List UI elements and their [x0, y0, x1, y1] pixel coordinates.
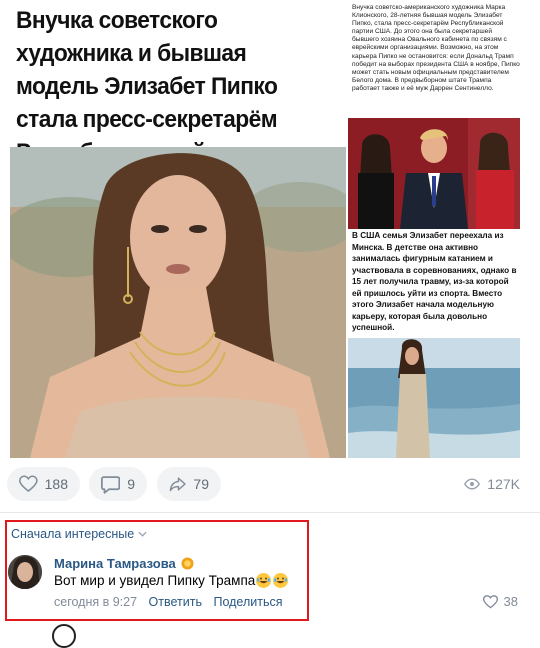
views-counter: 127K: [464, 476, 520, 492]
comment-text: Вот мир и увидел Пипку Трампа: [54, 573, 289, 588]
comment-timestamp[interactable]: сегодня в 9:27: [54, 595, 137, 609]
like-button[interactable]: 188: [7, 467, 80, 501]
trump-family-photo: [348, 118, 520, 229]
avatar[interactable]: [8, 555, 42, 589]
eye-icon: [464, 478, 481, 490]
comment-icon: [101, 475, 121, 494]
post-image[interactable]: Внучка советского художника и бывшая мод…: [10, 0, 520, 458]
section-divider: [0, 512, 540, 513]
view-count: 127K: [487, 476, 520, 492]
comment-author[interactable]: Марина Тамразова: [54, 556, 194, 571]
share-count: 79: [193, 476, 209, 492]
reply-link[interactable]: Ответить: [149, 595, 202, 609]
share-arrow-icon: [169, 477, 186, 492]
comment-count: 9: [127, 476, 135, 492]
rofl-emoji-icon: [256, 573, 272, 588]
comment-body: Вот мир и увидел Пипку Трампа: [54, 573, 256, 588]
heart-icon: [19, 475, 38, 492]
post-actions-bar: 188 9 79 127K: [0, 467, 540, 505]
share-button[interactable]: 79: [157, 467, 221, 501]
share-comment-link[interactable]: Поделиться: [213, 595, 282, 609]
comment-button[interactable]: 9: [89, 467, 147, 501]
rofl-emoji-icon: [273, 573, 289, 588]
comment-sort-dropdown[interactable]: Сначала интересные: [11, 527, 147, 541]
like-count: 188: [44, 476, 68, 492]
comment-like-button[interactable]: 38: [482, 594, 518, 609]
post-side-text-top: Внучка советско-американского художника …: [352, 4, 520, 92]
comment-author-name: Марина Тамразова: [54, 556, 176, 571]
status-emoji-icon: [181, 557, 194, 570]
comment-like-count: 38: [503, 594, 518, 609]
chevron-down-icon: [138, 531, 147, 537]
heart-icon: [482, 594, 498, 608]
beach-photo: [348, 338, 520, 458]
sort-label: Сначала интересные: [11, 527, 135, 541]
comment-meta: сегодня в 9:27 Ответить Поделиться: [54, 595, 290, 609]
model-portrait-photo: [10, 147, 346, 458]
post-side-text-bottom: В США семья Элизабет переехала из Минска…: [352, 231, 517, 332]
